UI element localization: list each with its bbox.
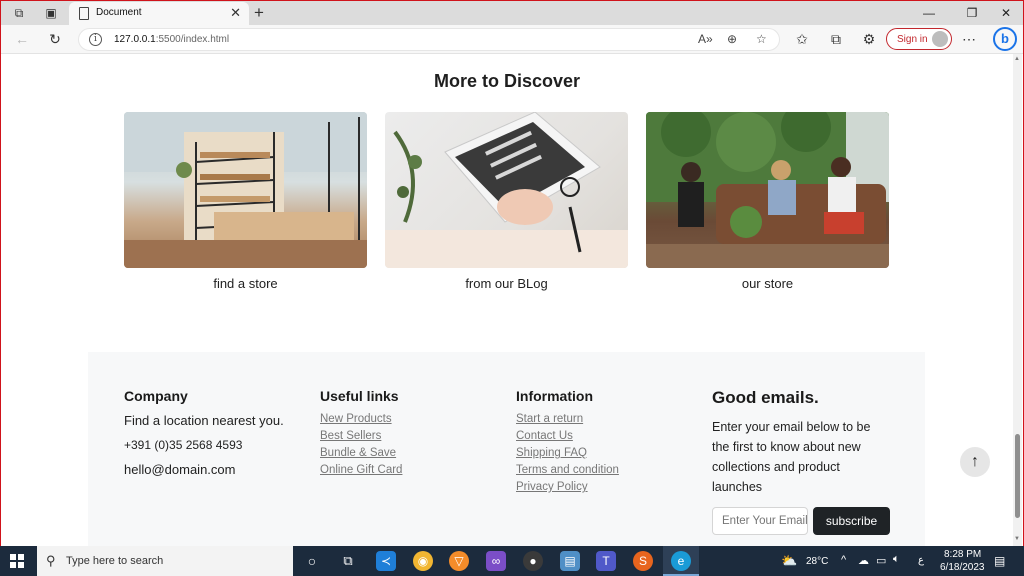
search-placeholder: Type here to search bbox=[66, 555, 164, 567]
volume-icon[interactable]: 🔈︎ bbox=[893, 553, 900, 566]
link-privacy-policy[interactable]: Privacy Policy bbox=[516, 481, 619, 493]
footer-newsletter-column: Good emails. Enter your email below to b… bbox=[712, 388, 890, 535]
footer-useful-links-column: Useful links New Products Best Sellers B… bbox=[320, 388, 402, 481]
restore-icon[interactable]: ❐ bbox=[957, 3, 987, 23]
scroll-to-top-button[interactable]: ↑ bbox=[960, 447, 990, 477]
card-blog[interactable]: from our BLog bbox=[385, 112, 628, 291]
edge-icon[interactable]: e bbox=[671, 551, 691, 571]
tab-title: Document bbox=[96, 7, 142, 18]
taskbar-search-box[interactable]: ⚲ Type here to search bbox=[37, 546, 293, 576]
subscribe-button[interactable]: subscribe bbox=[813, 507, 890, 535]
read-aloud-icon[interactable]: A» bbox=[698, 32, 713, 46]
section-title: More to Discover bbox=[433, 71, 581, 91]
notes-app-icon[interactable]: ▤ bbox=[560, 551, 580, 571]
footer-information-column: Information Start a return Contact Us Sh… bbox=[516, 388, 619, 498]
tray-cloud-icon[interactable]: ☁ bbox=[858, 554, 869, 567]
brave-icon[interactable]: ▽ bbox=[449, 551, 469, 571]
link-bundle-save[interactable]: Bundle & Save bbox=[320, 447, 402, 459]
site-footer: Company Find a location nearest you. +39… bbox=[88, 352, 925, 546]
task-view-icon[interactable]: ⧉ bbox=[338, 551, 358, 571]
chrome-icon[interactable]: ◉ bbox=[413, 551, 433, 571]
cortana-icon[interactable]: ○ bbox=[302, 551, 322, 571]
favorite-star-icon[interactable]: ☆ bbox=[756, 32, 767, 46]
link-contact-us[interactable]: Contact Us bbox=[516, 430, 619, 442]
weather-icon[interactable]: ⛅ bbox=[781, 553, 797, 569]
vscode-icon[interactable]: ≺ bbox=[376, 551, 396, 571]
back-icon[interactable]: ← bbox=[13, 31, 31, 47]
windows-taskbar: ⚲ Type here to search ○ ⧉ ≺ ◉ ▽ ∞ ● ▤ T … bbox=[0, 546, 1024, 576]
laptop-image bbox=[385, 112, 628, 268]
url-path: :5500/index.html bbox=[155, 34, 230, 45]
clock-date[interactable]: 6/18/2023 bbox=[940, 562, 985, 573]
clock-time[interactable]: 8:28 PM bbox=[944, 549, 981, 560]
email-input[interactable] bbox=[712, 507, 808, 535]
url-host: 127.0.0.1 bbox=[114, 34, 156, 45]
scroll-down-arrow-icon[interactable]: ▼ bbox=[1014, 536, 1020, 542]
extensions-icon[interactable]: ⚙ bbox=[860, 31, 878, 47]
card-caption: our store bbox=[741, 276, 794, 291]
weather-temp[interactable]: 28°C bbox=[806, 556, 828, 567]
language-indicator[interactable]: ع bbox=[918, 555, 924, 566]
sublime-icon[interactable]: S bbox=[633, 551, 653, 571]
page-scrollbar[interactable]: ▲ ▼ bbox=[1013, 54, 1022, 546]
visual-studio-icon[interactable]: ∞ bbox=[486, 551, 506, 571]
notifications-icon[interactable]: ▤ bbox=[994, 554, 1005, 568]
footer-company-column: Company Find a location nearest you. +39… bbox=[124, 388, 284, 487]
tab-strip: ⧉ ▣ Document ✕ + — ❐ ✕ bbox=[1, 1, 1023, 25]
profile-avatar-icon bbox=[932, 31, 948, 47]
link-start-return[interactable]: Start a return bbox=[516, 413, 619, 425]
new-tab-icon[interactable]: + bbox=[254, 2, 264, 24]
bing-icon[interactable]: b bbox=[993, 27, 1017, 51]
document-icon bbox=[79, 7, 89, 20]
scrollbar-thumb[interactable] bbox=[1015, 434, 1020, 518]
page-content: More to Discover find a store from our B… bbox=[1, 54, 1013, 546]
site-info-icon[interactable]: i bbox=[89, 33, 102, 46]
newsletter-description: Enter your email below to be the first t… bbox=[712, 420, 871, 494]
company-tagline: Find a location nearest you. bbox=[124, 413, 284, 428]
useful-links-heading: Useful links bbox=[320, 388, 399, 404]
card-find-store[interactable]: find a store bbox=[124, 112, 367, 291]
store-shelves-image bbox=[124, 112, 367, 268]
more-menu-icon[interactable]: ⋯ bbox=[960, 31, 978, 47]
link-best-sellers[interactable]: Best Sellers bbox=[320, 430, 402, 442]
tab-actions-icon[interactable]: ▣ bbox=[41, 4, 61, 22]
link-terms-condition[interactable]: Terms and condition bbox=[516, 464, 619, 476]
team-meeting-image bbox=[646, 112, 889, 268]
search-icon: ⚲ bbox=[46, 553, 56, 568]
company-heading: Company bbox=[124, 388, 188, 404]
address-bar[interactable]: i 127.0.0.1:5500/index.html A» ⊕ ☆ bbox=[78, 28, 780, 51]
link-shipping-faq[interactable]: Shipping FAQ bbox=[516, 447, 619, 459]
newsletter-heading: Good emails. bbox=[712, 388, 819, 407]
company-email: hello@domain.com bbox=[124, 462, 236, 477]
teams-icon[interactable]: T bbox=[596, 551, 616, 571]
close-window-icon[interactable]: ✕ bbox=[991, 3, 1021, 23]
tab-document[interactable]: Document ✕ bbox=[69, 2, 249, 25]
zoom-icon[interactable]: ⊕ bbox=[727, 32, 737, 46]
link-online-gift-card[interactable]: Online Gift Card bbox=[320, 464, 402, 476]
url-text[interactable]: 127.0.0.1:5500/index.html bbox=[114, 34, 229, 45]
information-heading: Information bbox=[516, 388, 593, 404]
sign-in-button[interactable]: Sign in bbox=[886, 28, 952, 50]
tray-chevron-icon[interactable]: ^ bbox=[841, 554, 846, 566]
company-phone: +391 (0)35 2568 4593 bbox=[124, 438, 243, 452]
scroll-up-arrow-icon[interactable]: ▲ bbox=[1014, 56, 1020, 62]
sign-in-label: Sign in bbox=[897, 34, 928, 45]
windows-start-icon[interactable] bbox=[10, 554, 24, 568]
link-new-products[interactable]: New Products bbox=[320, 413, 402, 425]
card-caption: find a store bbox=[213, 276, 278, 291]
github-desktop-icon[interactable]: ● bbox=[523, 551, 543, 571]
refresh-icon[interactable]: ↻ bbox=[46, 31, 64, 47]
card-our-store[interactable]: our store bbox=[646, 112, 889, 291]
workspaces-icon[interactable]: ⧉ bbox=[9, 4, 29, 22]
navigation-bar: ← ↻ i 127.0.0.1:5500/index.html A» ⊕ ☆ ✩… bbox=[1, 25, 1023, 54]
network-icon[interactable]: ▭ bbox=[876, 554, 886, 567]
minimize-icon[interactable]: — bbox=[914, 3, 944, 23]
close-tab-icon[interactable]: ✕ bbox=[230, 5, 241, 21]
collections-icon[interactable]: ⧉ bbox=[827, 31, 845, 47]
card-caption: from our BLog bbox=[465, 276, 548, 291]
favorites-icon[interactable]: ✩ bbox=[793, 31, 811, 47]
